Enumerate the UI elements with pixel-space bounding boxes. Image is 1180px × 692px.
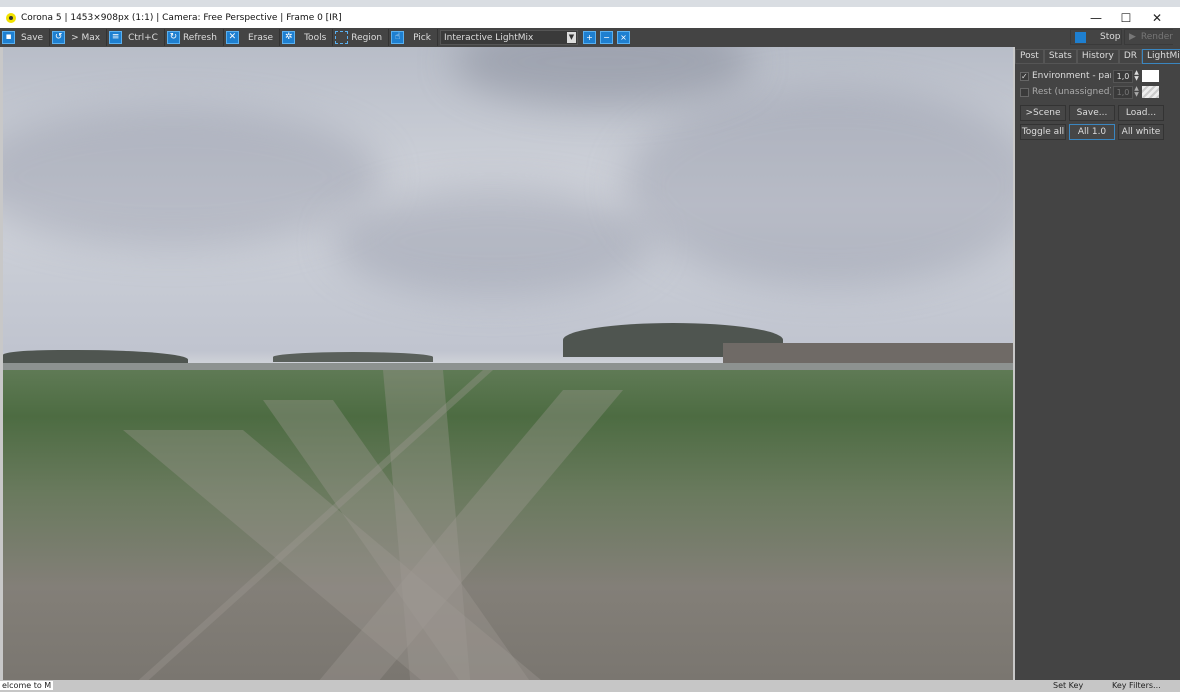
environment-checkbox[interactable]: ✓ (1020, 71, 1029, 81)
render-controls: Stop ▶ Render (1070, 29, 1178, 46)
tab-lightmix[interactable]: LightMix (1142, 49, 1180, 64)
title-bar: Corona 5 | 1453×908px (1:1) | Camera: Fr… (0, 7, 1180, 28)
color-swatch[interactable] (1142, 70, 1159, 82)
tools-button[interactable]: ✲ Tools (282, 29, 334, 46)
toggle-all-button[interactable]: Toggle all (1020, 124, 1066, 140)
zoom-in-icon[interactable]: + (582, 31, 596, 44)
intensity-input[interactable]: 1,0 (1113, 69, 1133, 83)
close-button[interactable]: ✕ (1142, 7, 1172, 28)
button-row: Toggle all All 1.0 All white (1015, 124, 1173, 140)
save-button[interactable]: ▪ Save (2, 29, 51, 46)
button-row: >Scene Save... Load... (1015, 105, 1173, 121)
spinner-icon[interactable]: ▲ ▼ (1133, 70, 1140, 82)
to-scene-button[interactable]: >Scene (1020, 105, 1066, 121)
window-title: Corona 5 | 1453×908px (1:1) | Camera: Fr… (21, 12, 342, 23)
spinner-icon[interactable]: ▲ ▼ (1133, 86, 1140, 98)
rest-checkbox[interactable] (1020, 87, 1029, 97)
all-one-button[interactable]: All 1.0 (1069, 124, 1115, 140)
max-icon: ↺ (52, 31, 66, 44)
refresh-icon: ↻ (166, 31, 180, 44)
color-swatch[interactable] (1142, 86, 1159, 98)
region-icon (335, 31, 349, 44)
set-key-button[interactable]: Set Key (1053, 681, 1083, 690)
gear-icon: ✲ (282, 31, 296, 44)
light-name: Environment - panorama (1032, 71, 1111, 81)
render-button[interactable]: ▶ Render (1124, 29, 1176, 45)
zoom-out-icon[interactable]: − (599, 31, 613, 44)
panel-tabs: Post Stats History DR LightMix (1015, 49, 1180, 64)
render-viewport[interactable] (3, 47, 1013, 680)
right-edge (1173, 28, 1180, 680)
background-strip (0, 0, 1180, 7)
tab-history[interactable]: History (1076, 49, 1119, 64)
intensity-input[interactable]: 1,0 (1113, 85, 1133, 99)
send-to-max-button[interactable]: ↺ > Max (52, 29, 108, 46)
maxscript-listener[interactable]: elcome to M (0, 681, 54, 690)
corona-logo-icon (6, 12, 16, 23)
erase-icon: ✕ (225, 31, 239, 44)
copy-button[interactable]: ≡ Ctrl+C (109, 29, 165, 46)
hand-pointer-icon: ☝ (391, 31, 405, 44)
light-name: Rest (unassigned): (1032, 87, 1111, 97)
stop-icon (1075, 31, 1086, 43)
tab-post[interactable]: Post (1015, 49, 1044, 64)
floppy-icon: ▪ (2, 31, 15, 44)
minimize-button[interactable]: — (1081, 7, 1111, 28)
zoom-fit-icon[interactable]: × (616, 31, 630, 44)
distant-field (723, 343, 1013, 365)
save-lightmix-button[interactable]: Save... (1069, 105, 1115, 121)
clipboard-icon: ≡ (109, 31, 123, 44)
all-white-button[interactable]: All white (1118, 124, 1164, 140)
mode-select[interactable]: Interactive LightMix ▼ (439, 30, 578, 45)
erase-button[interactable]: ✕ Erase (225, 29, 281, 46)
stop-button[interactable]: Stop (1070, 29, 1122, 45)
tab-stats[interactable]: Stats (1043, 49, 1077, 64)
pick-button[interactable]: ☝ Pick (391, 29, 438, 46)
region-button[interactable]: Region (335, 29, 390, 46)
field (3, 370, 1013, 680)
light-row-rest: Rest (unassigned): 1,0 ▲ ▼ (1015, 84, 1173, 100)
key-filters-button[interactable]: Key Filters... (1112, 681, 1161, 690)
side-panel: Post Stats History DR LightMix ✓ Environ… (1015, 47, 1180, 680)
refresh-button[interactable]: ↻ Refresh (166, 29, 224, 46)
load-lightmix-button[interactable]: Load... (1118, 105, 1164, 121)
chevron-down-icon: ▼ (566, 32, 576, 43)
max-status-bar: elcome to M Set Key Key Filters... (0, 680, 1180, 692)
toolbar: ▪ Save ↺ > Max ≡ Ctrl+C ↻ Refresh ✕ Erase ✲ To… (0, 28, 1180, 47)
tab-dr[interactable]: DR (1118, 49, 1143, 64)
light-row-environment: ✓ Environment - panorama 1,0 ▲▼ (1015, 68, 1173, 84)
maximize-button[interactable]: ☐ (1111, 7, 1141, 28)
play-icon: ▶ (1129, 32, 1136, 42)
